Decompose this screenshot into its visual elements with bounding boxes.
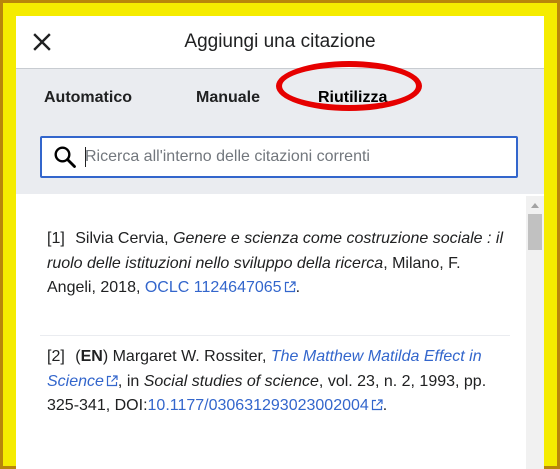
citation-end: . <box>382 397 388 414</box>
search-icon <box>54 146 76 168</box>
dialog-header: Aggiungi una citazione <box>16 16 544 69</box>
external-link-icon <box>284 281 296 293</box>
tab-manuale[interactable]: Manuale <box>196 69 260 122</box>
citation-number: [1] <box>47 230 65 247</box>
doi-link[interactable]: 10.1177/030631293023002004 <box>148 397 383 414</box>
language-label: EN <box>80 348 103 365</box>
citation-author: Margaret W. Rossiter, <box>112 348 267 365</box>
chevron-up-icon <box>531 202 539 208</box>
external-link-icon <box>371 399 383 411</box>
citation-author: Silvia Cervia, <box>75 230 169 247</box>
close-button[interactable] <box>28 28 56 56</box>
tab-automatico[interactable]: Automatico <box>44 69 132 122</box>
oclc-link[interactable]: OCLC 1124647065 <box>145 279 296 296</box>
external-link-icon <box>106 374 118 386</box>
close-icon <box>33 33 51 51</box>
citation-divider <box>40 335 510 336</box>
tab-riutilizza[interactable]: Riutilizza <box>318 69 387 122</box>
citation-end: . <box>295 279 301 296</box>
citation-list[interactable]: [1] Silvia Cervia, Genere e scienza come… <box>16 196 526 469</box>
search-box[interactable] <box>40 136 518 178</box>
scroll-up-button[interactable] <box>526 196 544 213</box>
citation-item[interactable]: [1] Silvia Cervia, Genere e scienza come… <box>47 227 507 301</box>
doi-label: DOI: <box>114 397 148 414</box>
dialog-title: Aggiungi una citazione <box>184 31 376 52</box>
doi-link-text: 10.1177/030631293023002004 <box>147 397 369 414</box>
scrollbar[interactable] <box>526 196 544 469</box>
scrollbar-thumb[interactable] <box>528 214 542 250</box>
citation-mid: , in <box>117 372 140 390</box>
citation-dialog: Aggiungi una citazione Automatico Manual… <box>16 16 544 469</box>
search-input[interactable] <box>85 139 516 175</box>
journal-title: Social studies of science <box>143 372 319 390</box>
tab-bar: Automatico Manuale Riutilizza <box>16 69 544 122</box>
lang-close: ) <box>102 348 109 365</box>
oclc-link-text: OCLC 1124647065 <box>144 279 282 296</box>
citation-number: [2] <box>47 348 65 365</box>
citation-item[interactable]: [2] (EN) Margaret W. Rossiter, The Matth… <box>47 345 507 419</box>
search-area <box>16 122 544 194</box>
